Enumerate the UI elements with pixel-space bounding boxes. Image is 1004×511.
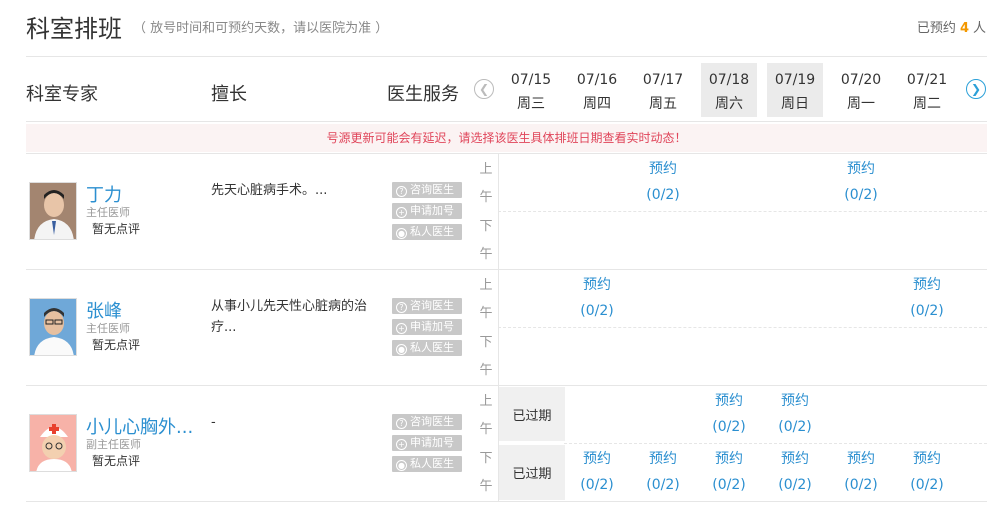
- page-title: 科室排班: [26, 15, 122, 43]
- book-slot[interactable]: 预约 (0/2): [828, 156, 894, 208]
- header-divider: [26, 56, 987, 57]
- col-header-specialty: 擅长: [211, 84, 247, 105]
- doctor-rank: 主任医师: [86, 322, 130, 335]
- doctor-specialty: 从事小儿先天性心脏病的治疗...: [211, 299, 368, 335]
- day-header: 07/15 周三: [510, 72, 552, 112]
- plus-icon: +: [396, 207, 407, 218]
- book-slot[interactable]: 预约 (0/2): [564, 446, 630, 498]
- doctor-avatar[interactable]: [29, 182, 77, 240]
- consult-doctor-button[interactable]: ? 咨询医生: [392, 182, 462, 198]
- booked-number: 4: [959, 21, 969, 36]
- prev-week-icon[interactable]: ❮: [474, 79, 494, 99]
- book-slot[interactable]: 预约 (0/2): [630, 156, 696, 208]
- doctor-review: 暂无点评: [92, 222, 141, 236]
- am-label: 上午: [479, 162, 493, 205]
- day-header: 07/20 周一: [840, 72, 882, 112]
- person-icon: ●: [396, 228, 407, 239]
- row-divider: [26, 269, 987, 270]
- half-divider: [498, 211, 987, 212]
- book-slot[interactable]: 预约 (0/2): [894, 272, 960, 324]
- request-extra-button[interactable]: + 申请加号: [392, 203, 462, 219]
- pm-label: 下午: [479, 335, 493, 378]
- book-slot[interactable]: 预约 (0/2): [894, 446, 960, 498]
- doctor-rank: 主任医师: [86, 206, 130, 219]
- am-label: 上午: [479, 278, 493, 321]
- plus-icon: +: [396, 323, 407, 334]
- book-slot[interactable]: 预约 (0/2): [762, 446, 828, 498]
- am-label: 上午: [479, 394, 493, 437]
- columns-divider: [26, 121, 987, 122]
- half-divider: [498, 327, 987, 328]
- consult-doctor-button[interactable]: ? 咨询医生: [392, 414, 462, 430]
- row-divider: [26, 153, 987, 154]
- doctor-avatar[interactable]: [29, 414, 77, 472]
- book-slot[interactable]: 预约 (0/2): [828, 446, 894, 498]
- day-header-weekend: 07/18 周六: [701, 63, 757, 117]
- row-divider: [26, 501, 987, 502]
- day-header-weekend: 07/19 周日: [767, 63, 823, 117]
- book-slot[interactable]: 预约 (0/2): [630, 446, 696, 498]
- row-divider: [26, 385, 987, 386]
- person-icon: ●: [396, 460, 407, 471]
- request-extra-button[interactable]: + 申请加号: [392, 319, 462, 335]
- next-week-icon[interactable]: ❯: [966, 79, 986, 99]
- question-icon: ?: [396, 186, 407, 197]
- day-header: 07/16 周四: [576, 72, 618, 112]
- private-doctor-button[interactable]: ● 私人医生: [392, 456, 462, 472]
- doctor-review: 暂无点评: [92, 454, 141, 468]
- col-header-doctor: 科室专家: [26, 84, 98, 105]
- doctor-specialty: -: [211, 415, 216, 430]
- half-divider: [564, 443, 987, 444]
- booked-count: 已预约 4 人: [916, 21, 986, 36]
- day-header: 07/17 周五: [642, 72, 684, 112]
- pm-label: 下午: [479, 219, 493, 262]
- plus-icon: +: [396, 439, 407, 450]
- doctor-review: 暂无点评: [92, 338, 141, 352]
- col-header-service: 医生服务: [387, 84, 459, 105]
- day-header: 07/21 周二: [906, 72, 948, 112]
- update-notice: 号源更新可能会有延迟，请选择该医生具体排班日期查看实时动态！: [26, 124, 987, 152]
- consult-doctor-button[interactable]: ? 咨询医生: [392, 298, 462, 314]
- page-subtitle: （ 放号时间和可预约天数，请以医院为准 ）: [133, 21, 389, 36]
- expired-slot: 已过期: [499, 445, 565, 500]
- book-slot[interactable]: 预约 (0/2): [696, 446, 762, 498]
- book-slot[interactable]: 预约 (0/2): [696, 388, 762, 440]
- private-doctor-button[interactable]: ● 私人医生: [392, 340, 462, 356]
- person-icon: ●: [396, 344, 407, 355]
- doctor-specialty: 先天心脏病手术。...: [211, 183, 328, 198]
- question-icon: ?: [396, 302, 407, 313]
- expired-slot: 已过期: [499, 387, 565, 441]
- doctor-rank: 副主任医师: [86, 438, 141, 451]
- book-slot[interactable]: 预约 (0/2): [762, 388, 828, 440]
- pm-label: 下午: [479, 451, 493, 494]
- book-slot[interactable]: 预约 (0/2): [564, 272, 630, 324]
- doctor-avatar[interactable]: [29, 298, 77, 356]
- request-extra-button[interactable]: + 申请加号: [392, 435, 462, 451]
- private-doctor-button[interactable]: ● 私人医生: [392, 224, 462, 240]
- question-icon: ?: [396, 418, 407, 429]
